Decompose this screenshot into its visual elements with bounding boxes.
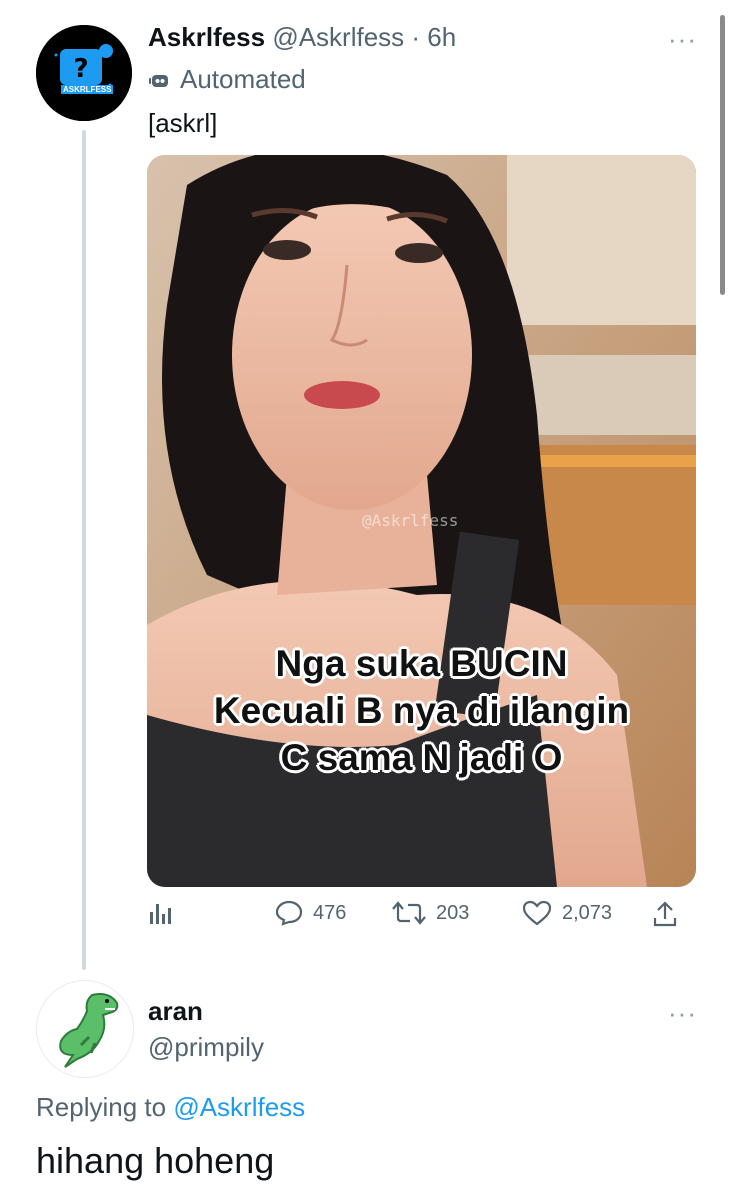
retweet-icon	[392, 901, 426, 925]
replying-to-link[interactable]: @Askrlfess	[173, 1092, 305, 1122]
avatar-logo-text: ASKRLFESS	[61, 85, 114, 94]
share-icon	[653, 901, 677, 927]
automated-badge: Automated	[148, 64, 306, 95]
scrollbar[interactable]	[720, 15, 725, 295]
share-button[interactable]	[652, 900, 678, 928]
media-caption-line: Kecuali B nya di ilangin	[213, 690, 630, 731]
tweet-actions: 476 203 2,073	[147, 900, 696, 936]
tweet-header: Askrlfess @Askrlfess · 6h	[148, 22, 456, 53]
tweet-time[interactable]: · 6h	[411, 22, 456, 52]
reply-button[interactable]: 476	[275, 900, 346, 926]
author-handle[interactable]: @Askrlfess	[272, 22, 404, 52]
analytics-icon	[150, 904, 171, 924]
heart-icon	[522, 900, 552, 926]
bot-icon	[149, 74, 168, 87]
like-count: 2,073	[562, 901, 613, 924]
reply-author-avatar[interactable]	[36, 980, 134, 1078]
automated-label: Automated	[180, 64, 306, 94]
reply-more-options-icon[interactable]: ···	[668, 998, 697, 1029]
author-avatar[interactable]: ? ASKRLFESS	[36, 25, 132, 121]
thread-line	[82, 130, 86, 970]
author-name[interactable]: Askrlfess	[148, 22, 265, 52]
media-watermark: @Askrlfess	[362, 511, 459, 530]
more-options-icon[interactable]: ···	[668, 24, 697, 55]
media-caption-line: C sama N jadi O	[280, 737, 563, 778]
reply-author-handle[interactable]: @primpily	[148, 1032, 264, 1063]
retweet-count: 203	[436, 901, 470, 924]
retweet-button[interactable]: 203	[392, 900, 469, 926]
reply-icon	[275, 900, 303, 926]
tweet-text: [askrl]	[148, 108, 218, 138]
tweet-media-image[interactable]: @Askrlfess Nga suka BUCIN Kecuali B nya …	[147, 155, 696, 887]
dinosaur-avatar-icon	[59, 993, 119, 1068]
askrlfess-logo-icon: ?	[36, 25, 132, 121]
like-button[interactable]: 2,073	[522, 900, 612, 926]
reply-count: 476	[313, 901, 347, 924]
replying-prefix: Replying to	[36, 1092, 167, 1122]
svg-text:?: ?	[73, 54, 88, 84]
media-caption-line: Nga suka BUCIN	[275, 643, 568, 684]
reply-author-name[interactable]: aran	[148, 996, 203, 1027]
replying-to: Replying to @Askrlfess	[36, 1092, 305, 1123]
reply-text: hihang hoheng	[36, 1140, 275, 1181]
analytics-button[interactable]	[147, 900, 173, 926]
